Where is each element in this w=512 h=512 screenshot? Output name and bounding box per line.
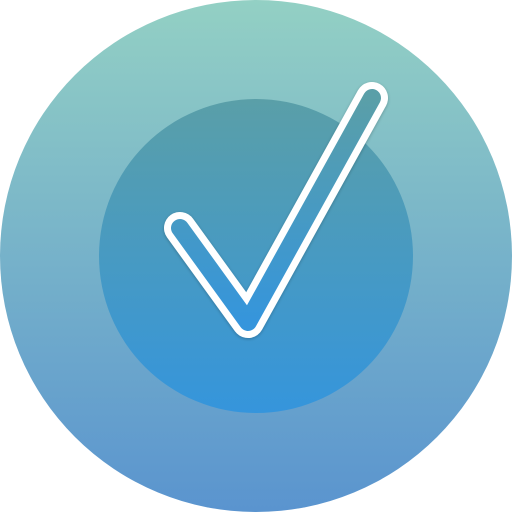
checkmark-badge [0, 0, 512, 512]
inner-disc [99, 99, 413, 413]
checkmark-badge-graphic [0, 0, 512, 512]
